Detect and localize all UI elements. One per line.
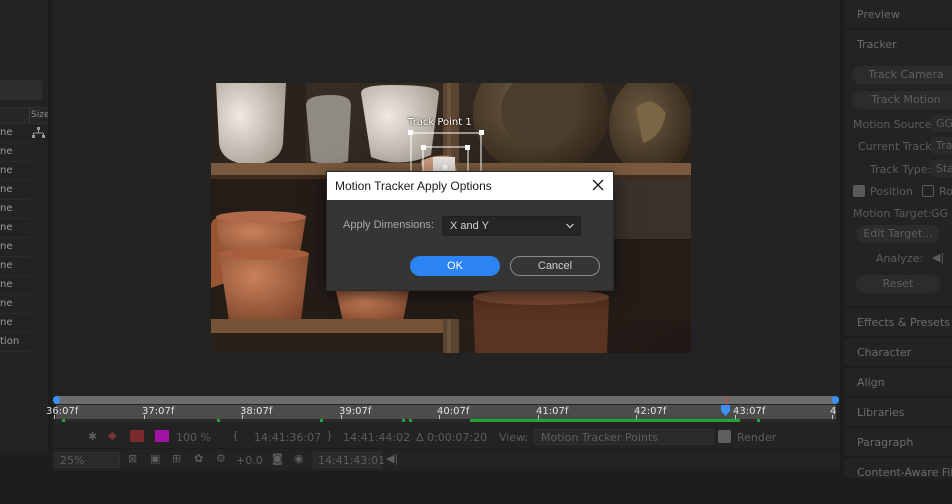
motion-tracker-apply-options-dialog: Motion Tracker Apply Options Apply Dimen… xyxy=(326,171,614,291)
dialog-title: Motion Tracker Apply Options xyxy=(335,179,492,193)
apply-dimensions-label: Apply Dimensions: xyxy=(343,219,435,231)
cancel-button[interactable]: Cancel xyxy=(510,256,600,276)
apply-dimensions-dropdown[interactable]: X and Y xyxy=(442,216,581,236)
chevron-down-icon xyxy=(566,223,574,229)
ok-button[interactable]: OK xyxy=(410,256,500,276)
close-icon[interactable] xyxy=(591,178,605,192)
apply-dimensions-value: X and Y xyxy=(450,220,489,232)
dialog-titlebar[interactable]: Motion Tracker Apply Options xyxy=(327,172,613,200)
